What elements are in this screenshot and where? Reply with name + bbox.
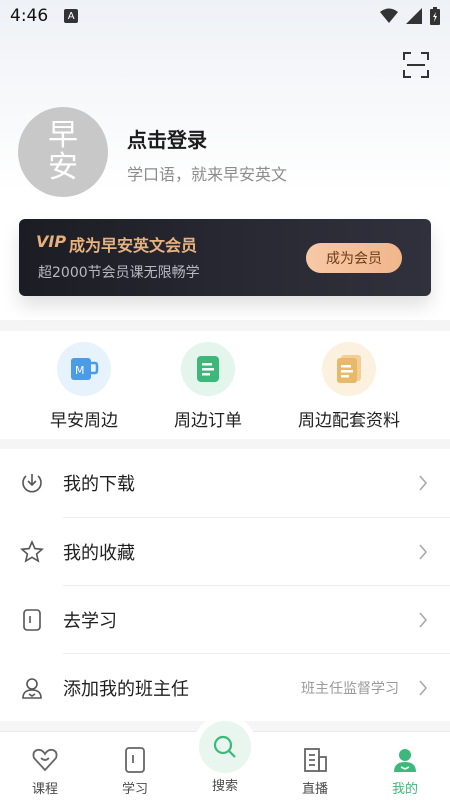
building-icon [304, 748, 327, 772]
avatar[interactable]: 早 安 [18, 107, 108, 197]
status-bar: 4:46 A [0, 0, 450, 32]
menu-label: 添加我的班主任 [63, 679, 189, 700]
menu-item-favorites[interactable]: 我的收藏 [0, 518, 450, 586]
login-title[interactable]: 点击登录 [127, 124, 207, 153]
become-member-button[interactable]: 成为会员 [306, 243, 402, 273]
shortcut-merch[interactable]: M 早安周边 [19, 331, 149, 431]
document-icon [337, 355, 361, 383]
menu-item-downloads[interactable]: 我的下载 [0, 449, 450, 517]
svg-text:M: M [75, 364, 85, 377]
menu-extra-text: 班主任监督学习 [301, 681, 399, 697]
tab-live[interactable]: 直播 [270, 732, 360, 801]
avatar-char-2: 安 [48, 150, 78, 185]
tab-study[interactable]: 学习 [90, 732, 180, 801]
vip-title: 成为早安英文会员 [69, 236, 198, 255]
status-time: 4:46 [10, 6, 49, 26]
person-icon [22, 678, 42, 699]
shortcut-label: 周边订单 [174, 411, 242, 431]
notification-badge-icon: A [64, 9, 79, 23]
download-icon [22, 474, 42, 493]
tab-label: 搜索 [211, 779, 238, 794]
tab-mine[interactable]: 我的 [360, 732, 450, 801]
menu-item-study[interactable]: 去学习 [0, 586, 450, 654]
chevron-right-icon [419, 612, 428, 628]
menu-list: 我的下载 我的收藏 去学习 添加我的班主任 班主任监督学习 [0, 449, 450, 721]
person-icon [394, 749, 416, 772]
chevron-right-icon [419, 544, 428, 560]
shortcut-label: 早安周边 [50, 411, 118, 431]
search-icon [213, 735, 236, 758]
scan-button[interactable] [403, 52, 429, 78]
shortcut-materials[interactable]: 周边配套资料 [284, 331, 414, 431]
wifi-icon [380, 8, 398, 23]
scan-icon [403, 52, 429, 78]
book-icon [125, 747, 145, 773]
book-icon [23, 609, 41, 631]
vip-subtitle: 超2000节会员课无限畅学 [38, 265, 200, 281]
tab-courses[interactable]: 课程 [0, 732, 90, 801]
menu-label: 去学习 [63, 611, 117, 632]
heart-icon [32, 748, 58, 772]
vip-logo: VIP [36, 232, 67, 251]
signal-icon [406, 8, 422, 24]
vip-card[interactable]: VIP 成为早安英文会员 超2000节会员课无限畅学 成为会员 [19, 219, 431, 296]
tab-label: 直播 [301, 782, 328, 797]
tab-label: 课程 [31, 782, 58, 797]
order-icon [197, 356, 219, 382]
tab-label: 我的 [391, 782, 418, 797]
shortcut-panel: M 早安周边 周边订单 周边配套资料 [0, 331, 450, 439]
menu-label: 我的下载 [63, 474, 135, 495]
shortcut-orders[interactable]: 周边订单 [143, 331, 273, 431]
status-icons [380, 7, 440, 25]
shortcut-label: 周边配套资料 [298, 411, 400, 431]
login-subtitle: 学口语，就来早安英文 [127, 165, 288, 184]
tab-label: 学习 [121, 782, 148, 797]
avatar-char-1: 早 [48, 118, 78, 153]
chevron-right-icon [419, 475, 428, 491]
chevron-right-icon [419, 680, 428, 696]
menu-label: 我的收藏 [63, 543, 135, 564]
tab-search[interactable] [199, 721, 251, 773]
menu-item-add-teacher[interactable]: 添加我的班主任 班主任监督学习 [0, 654, 450, 722]
star-icon [20, 540, 44, 563]
mug-icon: M [71, 358, 99, 380]
battery-icon [430, 7, 440, 25]
